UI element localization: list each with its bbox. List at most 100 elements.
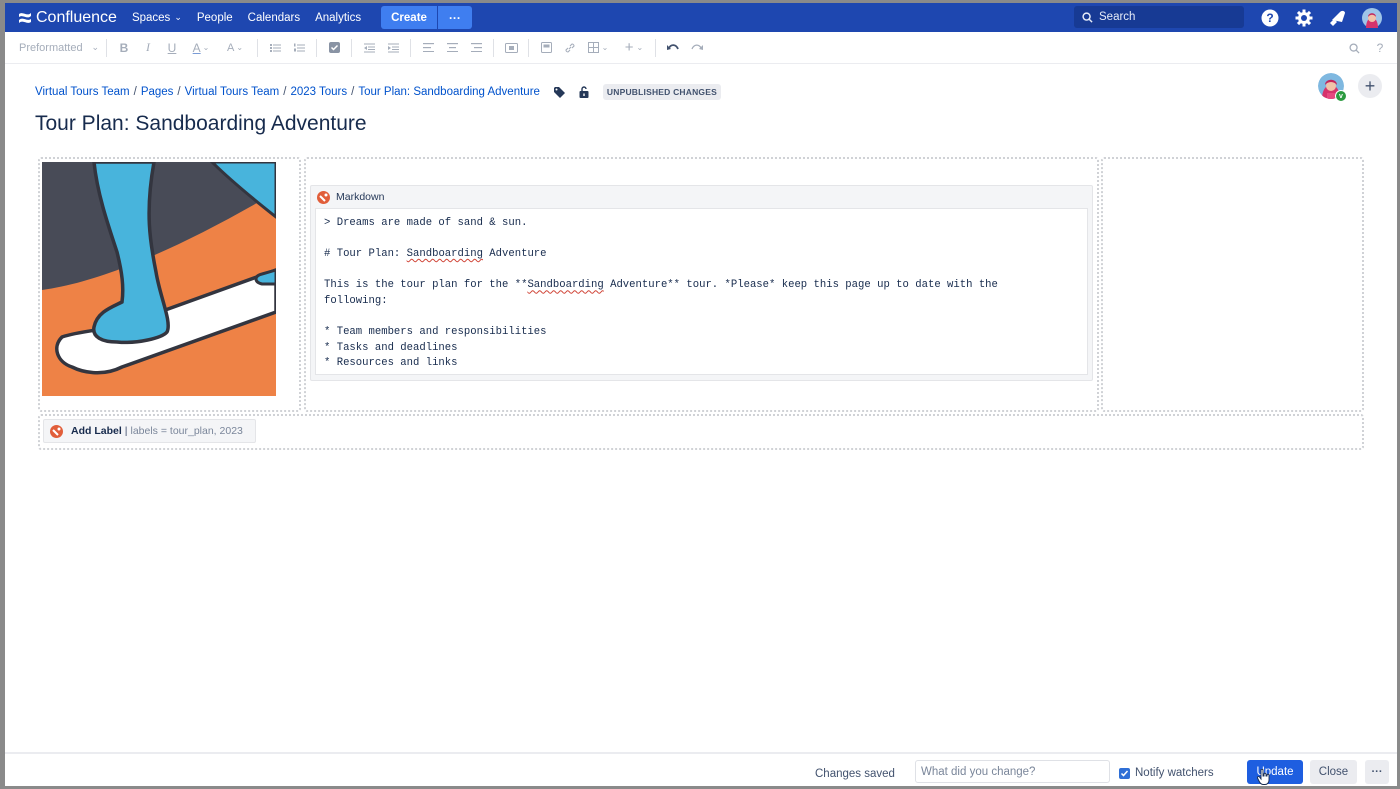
notify-watchers-checkbox[interactable]: Notify watchers [1119, 767, 1214, 779]
nav-spaces-label: Spaces [131, 11, 171, 24]
update-button[interactable]: Update [1247, 760, 1303, 784]
sandboard-image [42, 162, 276, 396]
search-placeholder: Search [1099, 11, 1136, 23]
breadcrumb-separator: / [177, 86, 181, 98]
md-heading-prefix: # Tour Plan: [324, 248, 407, 261]
underline-button[interactable]: U [162, 38, 182, 58]
user-avatar[interactable] [1362, 8, 1382, 28]
toolbar-divider [410, 38, 411, 57]
help-icon[interactable]: ? [1260, 8, 1280, 28]
app-name: Confluence [36, 8, 117, 26]
change-comment-input[interactable] [915, 760, 1110, 783]
layout-cell-right[interactable] [1101, 157, 1364, 412]
add-label-macro[interactable]: Add Label | labels = tour_plan, 2023 [43, 419, 256, 443]
search-icon [1082, 11, 1093, 23]
save-status: Changes saved [815, 768, 895, 780]
toolbar-divider [655, 38, 656, 57]
text-color-button[interactable]: A ⌄ [186, 38, 216, 58]
macro-icon [50, 424, 63, 438]
chevron-down-icon: ⌄ [601, 43, 609, 52]
insert-table-button[interactable]: ⌄ [584, 38, 612, 58]
invite-collaborator-button[interactable]: + [1358, 74, 1382, 98]
create-button[interactable]: Create [381, 6, 437, 29]
md-line [324, 310, 1079, 326]
indent-icon [387, 43, 399, 52]
numbered-list-button[interactable] [289, 38, 309, 58]
markdown-macro-header: Markdown [311, 186, 1092, 208]
find-replace-button[interactable] [1344, 38, 1364, 58]
close-button[interactable]: Close [1310, 760, 1357, 784]
create-more-button[interactable]: ··· [437, 6, 472, 29]
redo-button[interactable] [687, 38, 707, 58]
undo-icon [667, 44, 679, 50]
md-line: * Tasks and deadlines [324, 341, 458, 354]
paragraph-style-value: Preformatted [19, 41, 83, 54]
top-navigation: Confluence Spaces ⌄ People Calendars Anal… [5, 3, 1397, 32]
breadcrumb-item[interactable]: Virtual Tours Team [35, 86, 130, 98]
confluence-logo[interactable]: Confluence [17, 9, 117, 27]
align-left-button[interactable] [418, 38, 438, 58]
notifications-icon[interactable] [1328, 8, 1348, 28]
checkbox-checked-icon[interactable] [1119, 767, 1130, 779]
chevron-down-icon: ⌄ [236, 43, 244, 52]
sandboarding-illustration[interactable] [42, 162, 276, 396]
chevron-down-icon: ⌄ [174, 12, 182, 22]
notify-watchers-label: Notify watchers [1135, 767, 1214, 779]
md-line [324, 232, 1079, 248]
search-icon [1348, 42, 1360, 54]
label-tag-icon[interactable] [553, 86, 565, 98]
insert-more-button[interactable]: + ⌄ [620, 38, 648, 58]
breadcrumb-separator: / [283, 86, 287, 98]
search-input[interactable]: Search [1074, 6, 1244, 28]
outdent-button[interactable] [359, 38, 379, 58]
nav-analytics[interactable]: Analytics [315, 12, 361, 24]
align-right-button[interactable] [466, 38, 486, 58]
align-right-icon [470, 43, 482, 52]
table-icon [587, 42, 599, 53]
align-center-icon [446, 43, 458, 52]
toolbar-divider [106, 38, 107, 57]
markdown-macro[interactable]: Markdown > Dreams are made of sand & sun… [310, 185, 1093, 381]
paragraph-style-dropdown[interactable]: Preformatted ⌄ [19, 38, 99, 58]
breadcrumb-item[interactable]: 2023 Tours [290, 86, 347, 98]
page-layout-button[interactable] [501, 38, 521, 58]
chevron-down-icon: ⌄ [91, 42, 99, 52]
indent-button[interactable] [383, 38, 403, 58]
status-badge: UNPUBLISHED CHANGES [602, 84, 721, 100]
collaborator-avatar[interactable]: v [1318, 73, 1347, 102]
text-style-icon: A [226, 41, 235, 54]
svg-text:?: ? [1266, 11, 1273, 25]
markdown-content[interactable]: > Dreams are made of sand & sun. # Tour … [315, 208, 1088, 375]
label-params: labels = tour_plan, 2023 [130, 425, 243, 437]
page-layout-icon [504, 42, 518, 53]
restrictions-unlocked-icon[interactable] [579, 86, 589, 98]
breadcrumb-item[interactable]: Tour Plan: Sandboarding Adventure [358, 86, 540, 98]
insert-link-button[interactable] [560, 38, 580, 58]
breadcrumb-separator: / [133, 86, 137, 98]
settings-icon[interactable] [1294, 8, 1314, 28]
nav-people[interactable]: People [197, 12, 233, 24]
toolbar-divider [528, 38, 529, 57]
md-heading-suffix: Adventure [482, 248, 547, 261]
task-list-button[interactable] [324, 38, 344, 58]
text-style-button[interactable]: A ⌄ [220, 38, 250, 58]
nav-spaces[interactable]: Spaces ⌄ [132, 12, 182, 24]
bullet-list-icon [269, 43, 281, 52]
breadcrumb-item[interactable]: Pages [141, 86, 174, 98]
undo-button[interactable] [663, 38, 683, 58]
breadcrumb-item[interactable]: Virtual Tours Team [185, 86, 280, 98]
italic-button[interactable]: I [138, 38, 158, 58]
align-left-icon [422, 43, 434, 52]
misspelled-word: Sandboarding [406, 248, 483, 261]
link-icon [565, 42, 575, 53]
insert-image-button[interactable] [536, 38, 556, 58]
nav-calendars[interactable]: Calendars [248, 12, 300, 24]
editor-help-button[interactable]: ? [1370, 38, 1390, 58]
bold-button[interactable]: B [114, 38, 134, 58]
align-center-button[interactable] [442, 38, 462, 58]
md-text: Adventure** tour. *Please* keep this pag… [603, 279, 998, 292]
page-title[interactable]: Tour Plan: Sandboarding Adventure [35, 112, 367, 136]
macro-param-separator: | [124, 425, 128, 437]
more-actions-button[interactable]: ··· [1365, 760, 1389, 784]
bullet-list-button[interactable] [265, 38, 285, 58]
